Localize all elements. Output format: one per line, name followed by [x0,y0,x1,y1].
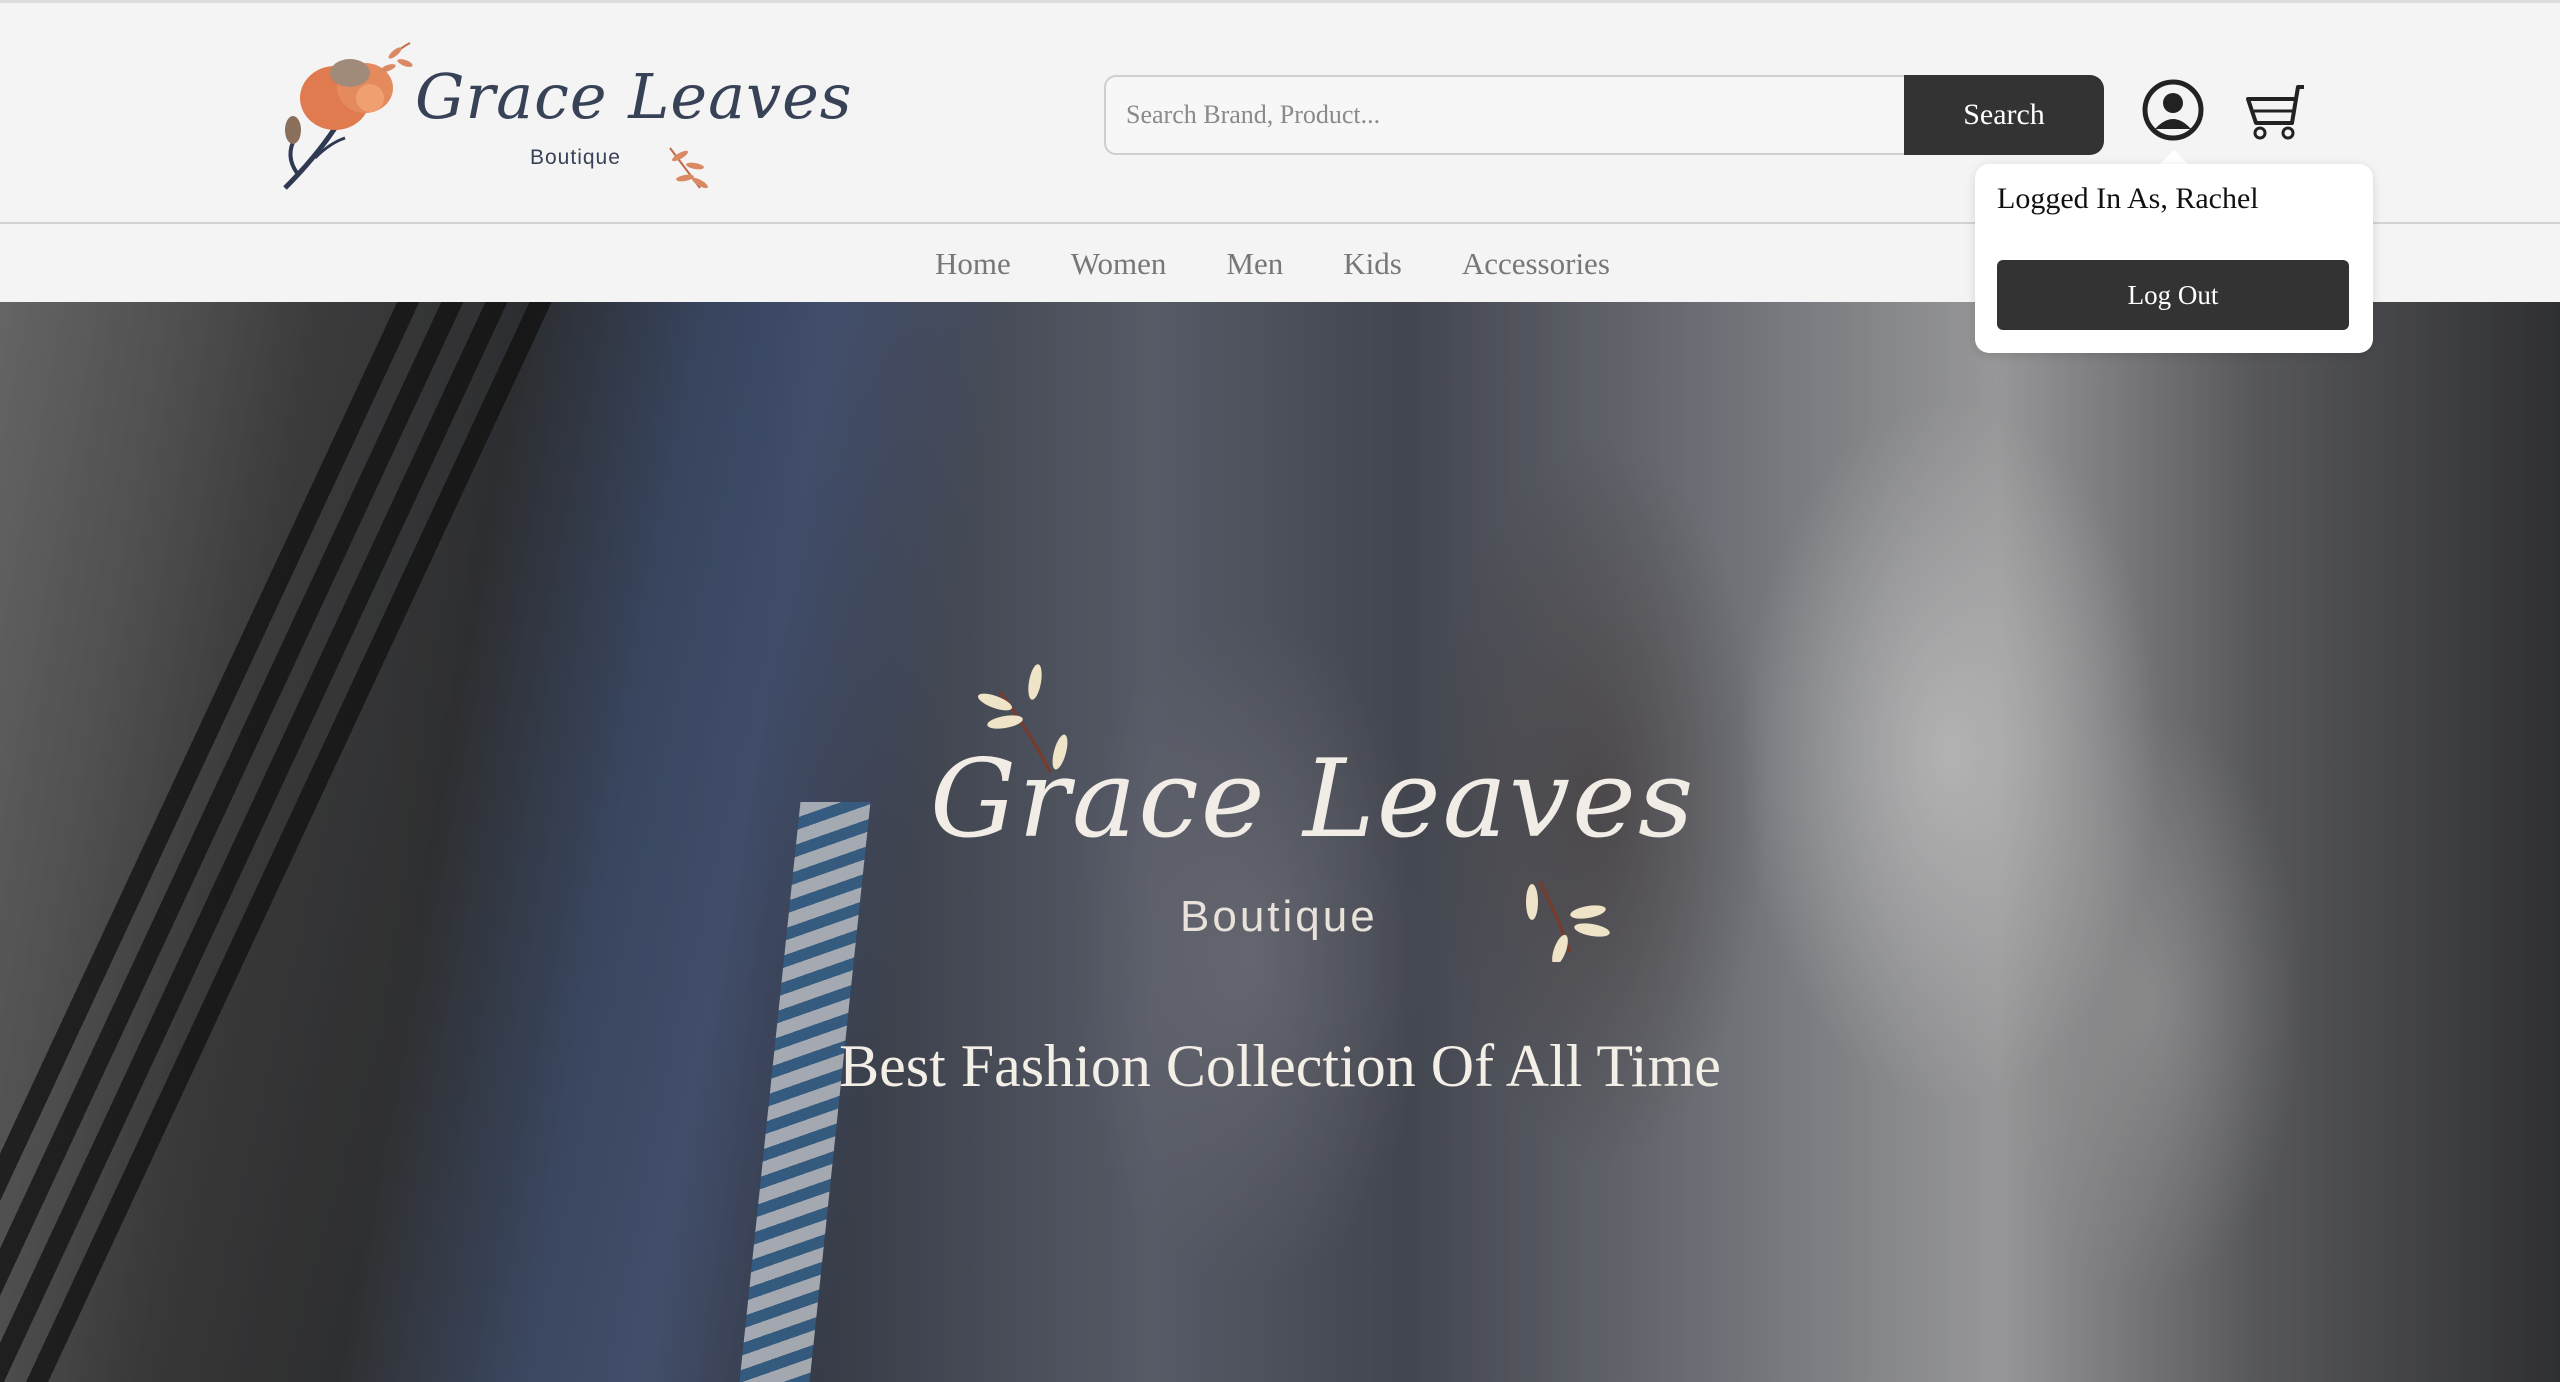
nav-item-women[interactable]: Women [1071,246,1167,282]
logout-button[interactable]: Log Out [1997,260,2349,330]
nav-item-kids[interactable]: Kids [1343,246,1402,282]
hero-logo-wordmark: Grace Leaves [930,737,1696,862]
search-button[interactable]: Search [1904,75,2104,155]
brand-logo[interactable]: Grace Leaves Boutique [275,38,852,198]
hero-logo-subtitle: Boutique [1180,892,1378,941]
user-circle-icon[interactable] [2142,79,2204,141]
search-input[interactable] [1104,75,1906,155]
nav-item-home[interactable]: Home [935,246,1011,282]
nav-item-accessories[interactable]: Accessories [1462,246,1610,282]
hero-banner: Grace Leaves Boutique Best Fashion Colle… [0,302,2560,1382]
nav-item-men[interactable]: Men [1226,246,1283,282]
account-menu: Logged In As, Rachel Log Out [1975,164,2373,353]
shopping-cart-icon[interactable] [2242,83,2308,143]
logged-in-user-text: Logged In As, Rachel [1997,182,2259,215]
logo-wordmark: Grace Leaves [415,60,853,133]
logo-subtitle: Boutique [530,146,621,169]
hero-logo: Grace Leaves Boutique [920,662,1693,962]
hero-tagline: Best Fashion Collection Of All Time [839,1033,1721,1099]
nav-links: Home Women Men Kids Accessories [935,246,1610,282]
